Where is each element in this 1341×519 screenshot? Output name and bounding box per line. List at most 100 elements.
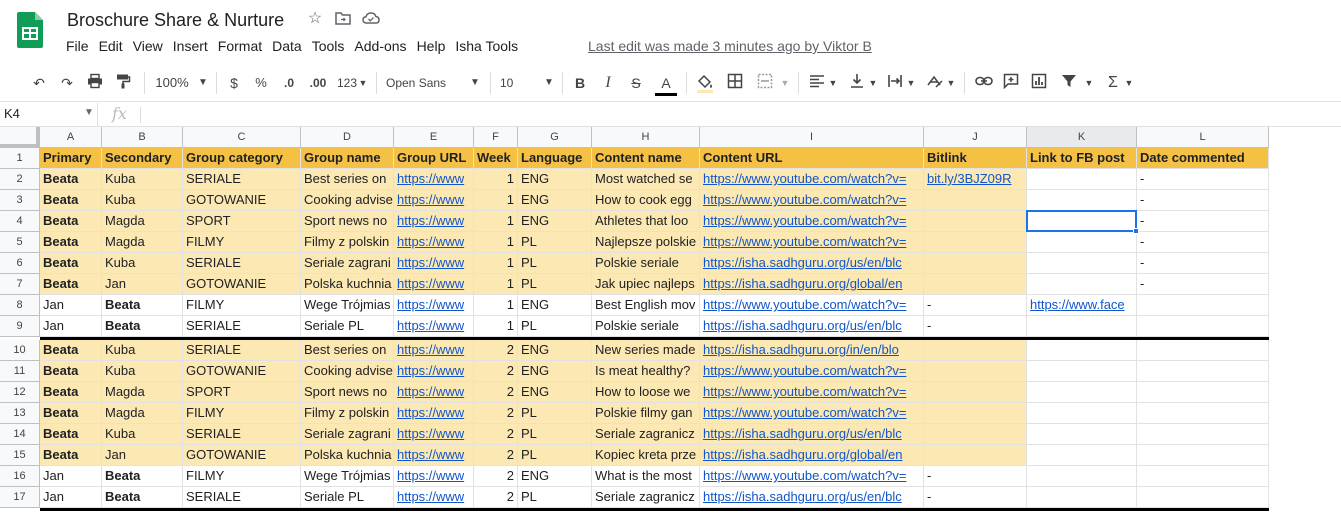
cell[interactable]: PL: [518, 274, 592, 295]
active-cell-selection[interactable]: [1026, 210, 1137, 232]
column-header-f[interactable]: F: [474, 127, 518, 148]
cell[interactable]: SERIALE: [183, 487, 301, 508]
sheets-logo-icon[interactable]: [17, 12, 43, 48]
cell[interactable]: bit.ly/3BJZ09R: [924, 169, 1027, 190]
cell[interactable]: FILMY: [183, 232, 301, 253]
insert-chart-icon[interactable]: [1030, 73, 1048, 93]
header-cell[interactable]: Link to FB post: [1027, 148, 1137, 169]
cell[interactable]: [1137, 295, 1269, 316]
cell[interactable]: Polska kuchnia: [301, 445, 394, 466]
cell[interactable]: 1: [474, 169, 518, 190]
cell[interactable]: [1027, 403, 1137, 424]
cell[interactable]: SERIALE: [183, 316, 301, 337]
menu-edit[interactable]: Edit: [99, 38, 129, 54]
column-header-g[interactable]: G: [518, 127, 592, 148]
cell[interactable]: ENG: [518, 361, 592, 382]
cell[interactable]: https://www.youtube.com/watch?v=: [700, 232, 924, 253]
cell[interactable]: https://www: [394, 232, 474, 253]
column-header-c[interactable]: C: [183, 127, 301, 148]
cell[interactable]: Best series on: [301, 340, 394, 361]
font-caret-icon[interactable]: ▼: [468, 73, 482, 93]
cell[interactable]: Polskie seriale: [592, 316, 700, 337]
cell[interactable]: Seriale PL: [301, 487, 394, 508]
cell[interactable]: Filmy z polskin: [301, 232, 394, 253]
cell[interactable]: Seriale PL: [301, 316, 394, 337]
cell[interactable]: Wege Trójmias: [301, 295, 394, 316]
more-formats-button[interactable]: 123: [335, 73, 359, 93]
cell[interactable]: Beata: [40, 211, 102, 232]
valign-caret-icon[interactable]: ▼: [868, 73, 878, 93]
cell[interactable]: ENG: [518, 466, 592, 487]
cloud-status-icon[interactable]: [362, 10, 380, 28]
increase-decimal-button[interactable]: .00: [306, 73, 330, 93]
redo-icon[interactable]: ↷: [58, 73, 76, 93]
zoom-select[interactable]: 100%: [152, 73, 192, 93]
cell[interactable]: 2: [474, 466, 518, 487]
cell[interactable]: Seriale zagrani: [301, 424, 394, 445]
cell[interactable]: 2: [474, 424, 518, 445]
cell[interactable]: [924, 232, 1027, 253]
cell[interactable]: [1137, 382, 1269, 403]
cell[interactable]: Jan: [40, 295, 102, 316]
cell[interactable]: 2: [474, 403, 518, 424]
menu-addons[interactable]: Add-ons: [354, 38, 412, 54]
cell[interactable]: 2: [474, 445, 518, 466]
row-header[interactable]: 12: [0, 382, 40, 403]
menu-data[interactable]: Data: [272, 38, 308, 54]
cell[interactable]: [1137, 340, 1269, 361]
cell[interactable]: 2: [474, 340, 518, 361]
cell[interactable]: Beata: [40, 169, 102, 190]
wrap-caret-icon[interactable]: ▼: [906, 73, 916, 93]
cell[interactable]: https://www.youtube.com/watch?v=: [700, 190, 924, 211]
strikethrough-button[interactable]: S: [628, 73, 644, 93]
cell[interactable]: [924, 445, 1027, 466]
last-edit-link[interactable]: Last edit was made 3 minutes ago by Vikt…: [588, 38, 872, 54]
cell[interactable]: Seriale zagranicz: [592, 424, 700, 445]
bold-button[interactable]: B: [572, 73, 588, 93]
cell[interactable]: Sport news no: [301, 211, 394, 232]
column-header-j[interactable]: J: [924, 127, 1027, 148]
cell[interactable]: https://isha.sadhguru.org/us/en/blc: [700, 487, 924, 508]
header-cell[interactable]: Content name: [592, 148, 700, 169]
fill-color-icon[interactable]: [694, 73, 716, 93]
cell[interactable]: PL: [518, 424, 592, 445]
percent-format-button[interactable]: %: [253, 73, 269, 93]
text-wrap-icon[interactable]: [886, 73, 904, 93]
star-icon[interactable]: ☆: [306, 10, 324, 28]
filter-caret-icon[interactable]: ▼: [1084, 73, 1094, 93]
cell[interactable]: Magda: [102, 211, 183, 232]
cell[interactable]: Is meat healthy?: [592, 361, 700, 382]
row-header[interactable]: 11: [0, 361, 40, 382]
insert-comment-icon[interactable]: [1002, 73, 1020, 93]
cell[interactable]: Polskie filmy gan: [592, 403, 700, 424]
cell[interactable]: FILMY: [183, 295, 301, 316]
cell[interactable]: [1137, 466, 1269, 487]
header-cell[interactable]: Date commented: [1137, 148, 1269, 169]
cell[interactable]: Cooking advise: [301, 190, 394, 211]
cell[interactable]: Jak upiec najleps: [592, 274, 700, 295]
cell[interactable]: https://www: [394, 253, 474, 274]
cell[interactable]: https://www: [394, 190, 474, 211]
filter-icon[interactable]: [1060, 73, 1078, 93]
cell[interactable]: [1137, 361, 1269, 382]
cell[interactable]: [1027, 232, 1137, 253]
cell[interactable]: -: [924, 295, 1027, 316]
text-rotation-icon[interactable]: [926, 73, 944, 93]
column-header-d[interactable]: D: [301, 127, 394, 148]
column-header-l[interactable]: L: [1137, 127, 1269, 148]
undo-icon[interactable]: ↶: [30, 73, 48, 93]
borders-icon[interactable]: [726, 73, 744, 93]
cell[interactable]: -: [1137, 169, 1269, 190]
font-size-caret-icon[interactable]: ▼: [542, 73, 556, 93]
row-header[interactable]: 17: [0, 487, 40, 508]
halign-caret-icon[interactable]: ▼: [828, 73, 838, 93]
vertical-align-icon[interactable]: [848, 73, 866, 93]
cell[interactable]: PL: [518, 253, 592, 274]
row-header[interactable]: 6: [0, 253, 40, 274]
header-cell[interactable]: Week: [474, 148, 518, 169]
cell[interactable]: GOTOWANIE: [183, 274, 301, 295]
print-icon[interactable]: [86, 73, 104, 93]
cell[interactable]: https://www: [394, 466, 474, 487]
header-cell[interactable]: Secondary: [102, 148, 183, 169]
cell[interactable]: 1: [474, 295, 518, 316]
